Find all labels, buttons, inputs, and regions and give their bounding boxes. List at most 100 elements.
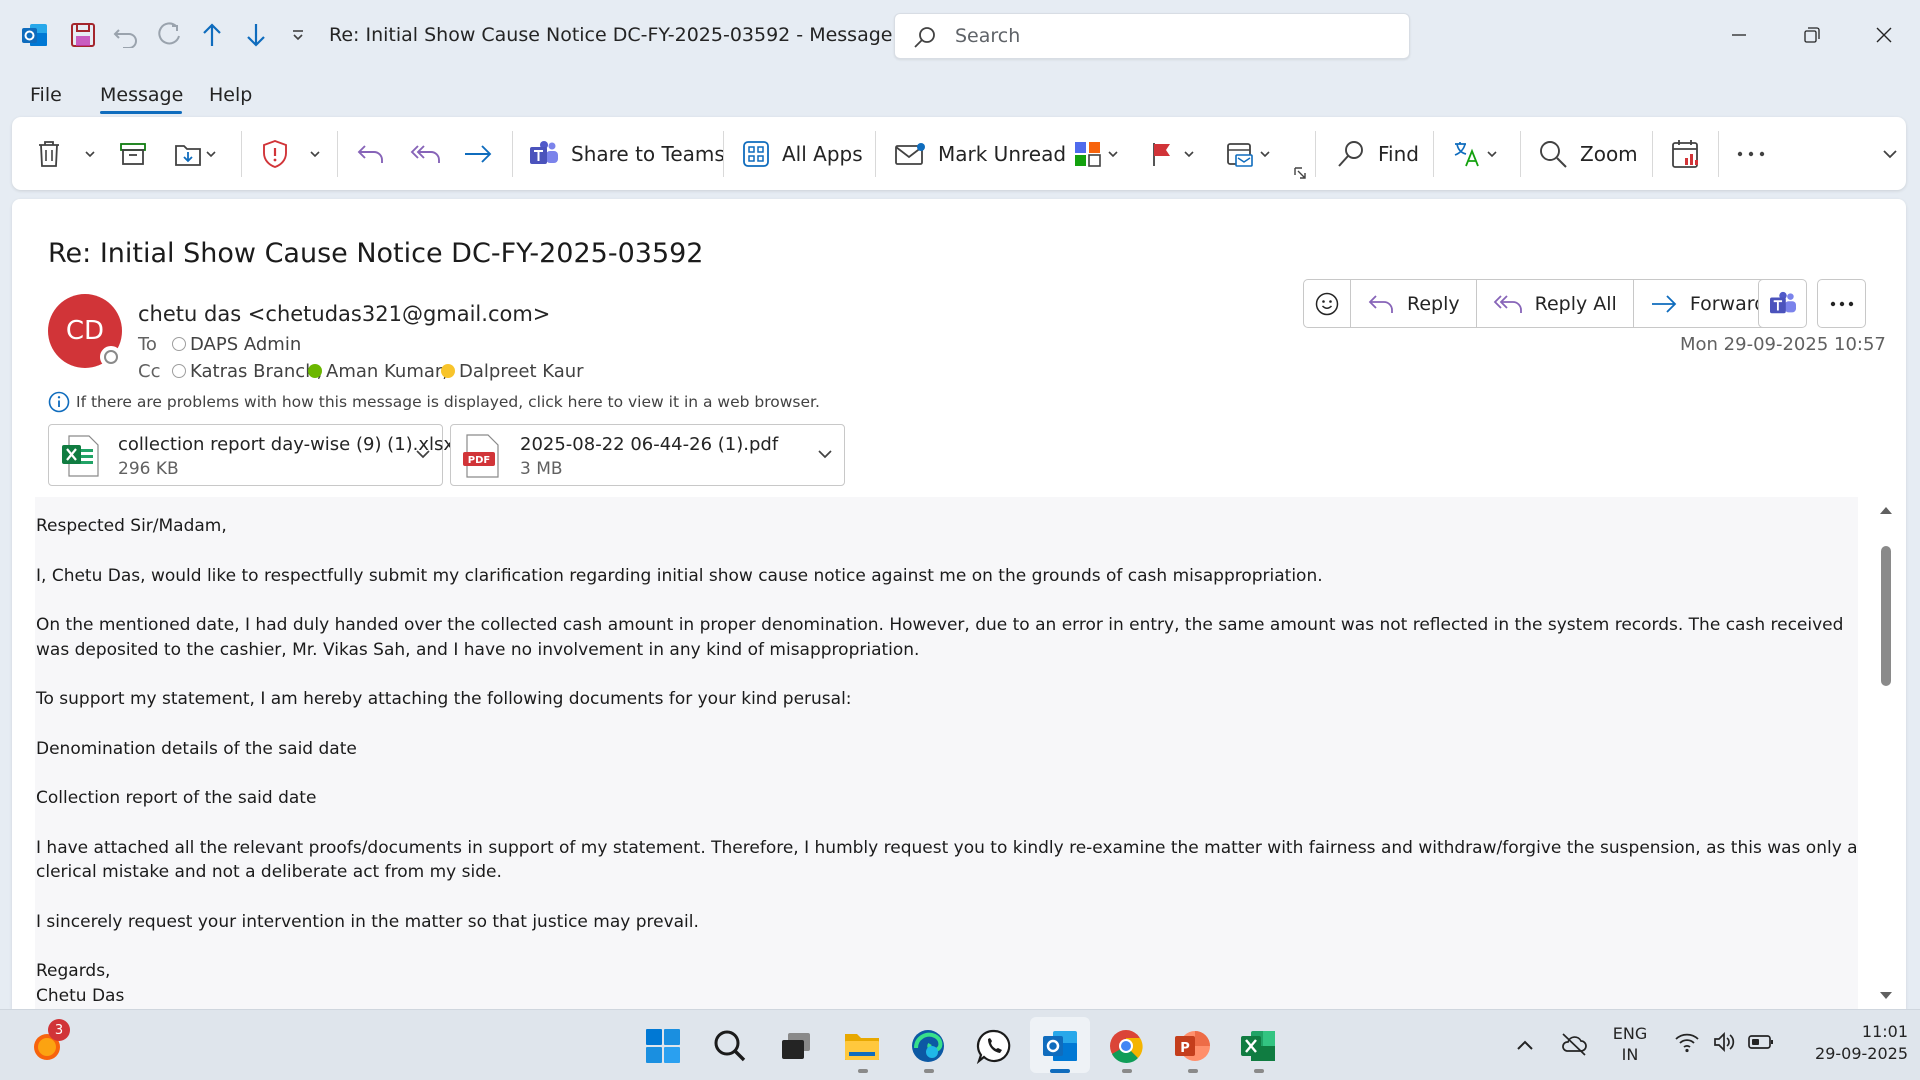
expand-ribbon-button[interactable]	[1882, 117, 1898, 190]
chevron-up-icon	[1515, 1035, 1535, 1055]
body-paragraph: Collection report of the said date	[36, 788, 317, 809]
cc-recipient[interactable]: Aman Kumar;	[308, 361, 448, 382]
redo-icon[interactable]	[154, 20, 184, 50]
attachment-card[interactable]: collection report day-wise (9) (1).xlsx …	[48, 424, 454, 486]
find-button[interactable]: Find	[1336, 117, 1419, 190]
presence-unknown-icon	[172, 364, 186, 378]
report-button[interactable]	[261, 117, 289, 190]
reply-all-button[interactable]: Reply All	[1477, 280, 1634, 327]
onedrive-status-button[interactable]	[1560, 1031, 1588, 1057]
reply-icon	[1367, 292, 1395, 316]
cc-recipient[interactable]: Dalpreet Kaur	[441, 361, 584, 382]
share-to-teams-button[interactable]: Share to Teams	[529, 117, 725, 190]
reply-icon	[356, 141, 386, 167]
recipient-name: Katras Branch;	[190, 361, 323, 382]
categorize-icon	[1073, 140, 1103, 168]
reply-button[interactable]: Reply	[1351, 280, 1477, 327]
recipient-name: DAPS Admin	[190, 334, 302, 355]
forward-icon	[463, 142, 493, 166]
restore-button[interactable]	[1795, 20, 1829, 50]
scroll-up-icon[interactable]	[1879, 505, 1893, 515]
message-body[interactable]: Respected Sir/Madam, I, Chetu Das, would…	[35, 497, 1858, 1009]
cc-recipient[interactable]: Katras Branch;	[172, 361, 323, 382]
move-to-folder-icon	[173, 140, 203, 168]
ribbon-separator	[875, 131, 876, 177]
next-item-arrow-icon[interactable]	[243, 20, 269, 50]
mark-unread-label: Mark Unread	[938, 141, 1067, 166]
reply-ribbon-button[interactable]	[356, 117, 386, 190]
taskbar-search-button[interactable]	[710, 1026, 750, 1066]
presence-away-icon	[441, 364, 455, 378]
rules-button[interactable]	[1225, 117, 1271, 190]
zoom-button[interactable]: Zoom	[1538, 117, 1638, 190]
delete-dropdown[interactable]	[84, 117, 96, 190]
chevron-down-icon[interactable]	[816, 445, 834, 463]
translate-button[interactable]	[1452, 117, 1498, 190]
scroll-down-icon[interactable]	[1879, 991, 1893, 1001]
delete-button[interactable]	[36, 117, 62, 190]
customize-toolbar-icon[interactable]	[289, 26, 307, 44]
input-language-button[interactable]: ENG IN	[1605, 1024, 1655, 1064]
reply-all-ribbon-button[interactable]	[409, 117, 441, 190]
zoom-label: Zoom	[1580, 141, 1638, 166]
envelope-icon	[894, 141, 926, 167]
edge-browser-button[interactable]	[908, 1026, 948, 1066]
find-label: Find	[1378, 141, 1419, 166]
save-icon[interactable]	[68, 20, 98, 50]
menu-help[interactable]: Help	[209, 84, 252, 106]
web-browser-info-bar[interactable]: If there are problems with how this mess…	[48, 391, 820, 413]
categorize-button[interactable]	[1073, 117, 1119, 190]
widgets-button[interactable]: 3	[30, 1019, 70, 1064]
follow-up-button[interactable]	[1149, 117, 1195, 190]
start-button[interactable]	[643, 1026, 683, 1066]
report-dropdown[interactable]	[309, 117, 321, 190]
insights-button[interactable]	[1671, 117, 1701, 190]
task-view-button[interactable]	[776, 1026, 816, 1066]
menu-message[interactable]: Message	[100, 84, 183, 106]
close-button[interactable]	[1867, 20, 1901, 50]
search-icon	[713, 1029, 747, 1063]
chevron-down-icon	[1259, 148, 1271, 160]
share-to-teams-small-button[interactable]	[1758, 279, 1807, 328]
file-explorer-button[interactable]	[842, 1026, 882, 1066]
mark-unread-button[interactable]: Mark Unread	[894, 117, 1066, 190]
chevron-down-icon	[1882, 146, 1898, 162]
archive-button[interactable]	[119, 117, 147, 190]
to-recipient[interactable]: DAPS Admin	[172, 334, 301, 355]
apps-grid-icon	[742, 140, 770, 168]
whatsapp-button[interactable]	[974, 1026, 1014, 1066]
search-box[interactable]: Search	[894, 13, 1410, 59]
calendar-chart-icon	[1671, 138, 1701, 170]
reaction-button[interactable]	[1304, 280, 1351, 327]
more-actions-button[interactable]	[1817, 279, 1866, 328]
undo-icon[interactable]	[111, 20, 141, 50]
move-button[interactable]	[173, 117, 217, 190]
powerpoint-button[interactable]: P	[1172, 1026, 1212, 1066]
signature-name: Chetu Das	[36, 986, 125, 1007]
quick-settings-button[interactable]	[1674, 1030, 1774, 1054]
reply-all-icon	[409, 141, 441, 167]
chrome-button[interactable]	[1106, 1026, 1146, 1066]
chevron-down-icon[interactable]	[414, 445, 432, 463]
dialog-launcher-icon[interactable]	[1293, 166, 1307, 180]
more-ribbon-options-button[interactable]	[1736, 117, 1766, 190]
language-region: IN	[1621, 1045, 1639, 1064]
attachment-card[interactable]: PDF 2025-08-22 06-44-26 (1).pdf 3 MB	[450, 424, 845, 486]
excel-button[interactable]	[1238, 1026, 1278, 1066]
minimize-button[interactable]	[1722, 20, 1756, 50]
menu-file[interactable]: File	[30, 84, 62, 106]
flag-icon	[1149, 140, 1175, 168]
vertical-scrollbar[interactable]	[1876, 497, 1896, 1009]
outlook-taskbar-button[interactable]	[1040, 1026, 1080, 1066]
forward-ribbon-button[interactable]	[463, 117, 493, 190]
running-indicator	[1122, 1069, 1132, 1073]
scroll-thumb[interactable]	[1881, 546, 1891, 686]
previous-item-arrow-icon[interactable]	[199, 20, 225, 50]
teams-icon	[529, 140, 559, 168]
all-apps-button[interactable]: All Apps	[742, 117, 863, 190]
chevron-down-icon	[205, 148, 217, 160]
forward-icon	[1650, 293, 1678, 315]
clock-button[interactable]: 11:01 29-09-2025	[1788, 1022, 1908, 1063]
show-hidden-icons-button[interactable]	[1515, 1035, 1535, 1055]
sender-name[interactable]: chetu das <chetudas321@gmail.com>	[138, 302, 550, 326]
